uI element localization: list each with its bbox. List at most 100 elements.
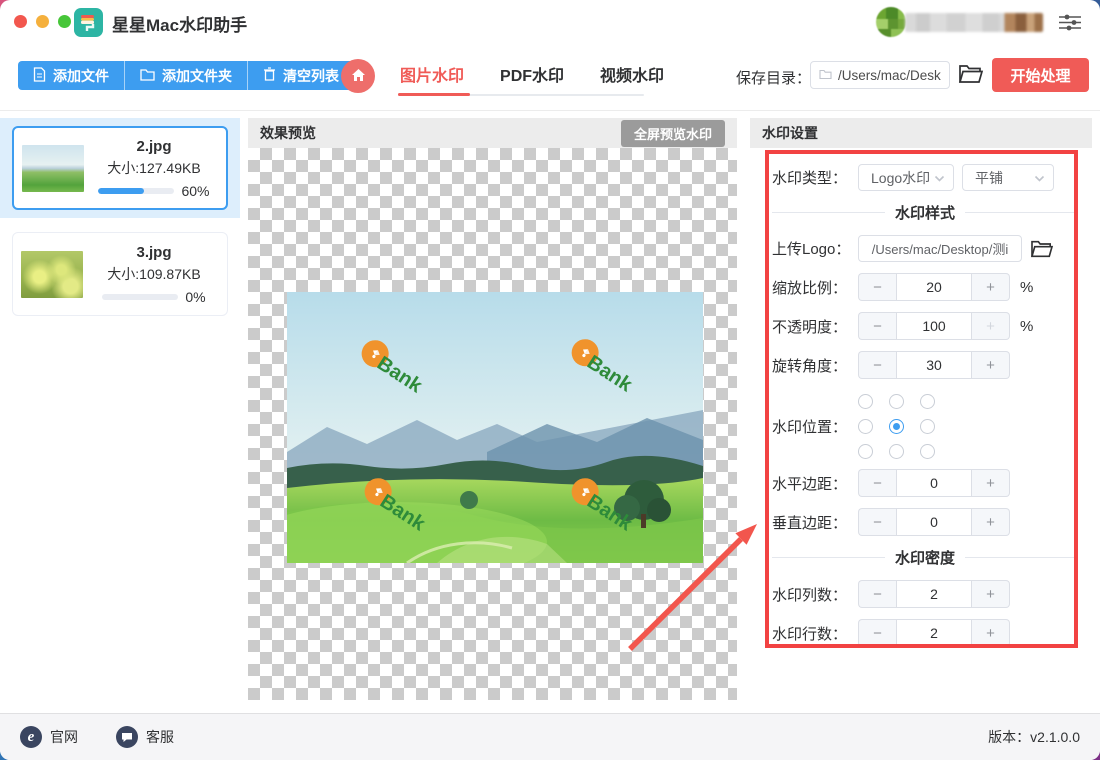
window-controls [14,15,71,28]
position-row: 水印位置： [772,390,1078,463]
transparency-checkerboard: Bank Bank Bank Bank [248,148,737,700]
v-margin-value[interactable]: 0 [896,508,972,536]
progress-percent: 60% [181,182,210,199]
plus-button[interactable]: + [972,273,1010,301]
start-processing-button[interactable]: 开始处理 [992,58,1089,92]
rotation-value[interactable]: 30 [896,351,972,379]
v-margin-row: 垂直边距： − 0 + [772,508,1078,536]
list-item[interactable]: 3.jpg 大小:109.87KB 0% [0,224,240,324]
zoom-window-button[interactable] [58,15,71,28]
chevron-down-icon [934,170,945,186]
position-label: 水印位置： [772,419,848,436]
tab-pdf-watermark[interactable]: PDF水印 [500,62,564,86]
minus-button[interactable]: − [858,312,896,340]
preview-header: 效果预览 全屏预览水印 [248,118,737,148]
v-margin-stepper: − 0 + [858,508,1010,536]
position-radio-middle-left[interactable] [858,419,873,434]
fullscreen-preview-button[interactable]: 全屏预览水印 [620,119,725,147]
save-dir-input[interactable]: /Users/mac/Desktop [810,61,950,89]
position-radio-top-right[interactable] [920,394,935,409]
username-redacted [905,13,1043,32]
columns-stepper: − 2 + [858,580,1010,608]
document-icon [33,66,46,85]
landscape-photo [287,292,703,563]
rows-value[interactable]: 2 [896,619,972,647]
footer-bar: e 官网 客服 版本：v2.1.0.0 [0,713,1100,760]
settings-sliders-icon[interactable] [1058,13,1082,37]
opacity-stepper: − 100 + [858,312,1010,340]
percent-suffix: % [1020,317,1034,335]
plus-button[interactable]: + [972,508,1010,536]
trash-icon [263,67,276,84]
watermark-type-label: 水印类型： [772,170,848,187]
density-section-divider: 水印密度 [772,547,1079,568]
minus-button[interactable]: − [858,580,896,608]
plus-button[interactable]: + [972,619,1010,647]
globe-e-icon: e [20,726,42,748]
columns-value[interactable]: 2 [896,580,972,608]
plus-button[interactable]: + [972,312,1010,340]
tile-mode-select[interactable]: 平铺 [962,164,1054,191]
minus-button[interactable]: − [858,469,896,497]
watermark-type-select[interactable]: Logo水印 [858,164,954,191]
style-section-title: 水印样式 [895,205,956,222]
scale-stepper: − 20 + [858,273,1010,301]
watermark-tabs: 图片水印 PDF水印 视频水印 [400,62,664,86]
minus-button[interactable]: − [858,508,896,536]
minus-button[interactable]: − [858,619,896,647]
watermark-type-row: 水印类型： Logo水印 平铺 [772,164,1078,191]
save-dir-value: /Users/mac/Desktop [838,67,941,83]
page-title: 星星Mac水印助手 [112,16,248,35]
opacity-row: 不透明度： − 100 + % [772,312,1078,340]
position-radio-top-left[interactable] [858,394,873,409]
file-thumbnail [22,144,84,192]
settings-header: 水印设置 [750,118,1092,148]
add-file-button[interactable]: 添加文件 [18,61,125,90]
avatar[interactable] [876,7,906,37]
home-button[interactable] [341,59,375,93]
position-radio-center[interactable] [889,419,904,434]
add-file-label: 添加文件 [53,67,109,84]
opacity-value[interactable]: 100 [896,312,972,340]
position-radio-bottom-left[interactable] [858,444,873,459]
minus-button[interactable]: − [858,351,896,379]
plus-button[interactable]: + [972,580,1010,608]
h-margin-stepper: − 0 + [858,469,1010,497]
watermark-position-grid [858,390,935,463]
v-margin-label: 垂直边距： [772,514,848,532]
scale-row: 缩放比例： − 20 + % [772,273,1078,301]
h-margin-value[interactable]: 0 [896,469,972,497]
minus-button[interactable]: − [858,273,896,301]
logo-path-input[interactable]: /Users/mac/Desktop/测i [858,235,1022,262]
list-item[interactable]: 2.jpg 大小:127.49KB 60% [0,118,240,218]
scale-value[interactable]: 20 [896,273,972,301]
tab-image-watermark[interactable]: 图片水印 [400,62,464,86]
file-name: 3.jpg [136,243,172,261]
rotation-label: 旋转角度： [772,357,848,375]
chevron-down-icon [1034,170,1045,186]
logo-browse-folder-icon[interactable] [1030,239,1054,259]
minimize-window-button[interactable] [36,15,49,28]
position-radio-bottom-right[interactable] [920,444,935,459]
position-radio-bottom-center[interactable] [889,444,904,459]
customer-service-link[interactable]: 客服 [116,726,174,748]
rotation-row: 旋转角度： − 30 + [772,351,1078,379]
position-radio-middle-right[interactable] [920,419,935,434]
add-folder-button[interactable]: 添加文件夹 [125,61,248,90]
browse-folder-icon[interactable] [958,63,984,90]
close-window-button[interactable] [14,15,27,28]
plus-button[interactable]: + [972,469,1010,497]
position-radio-top-center[interactable] [889,394,904,409]
rows-stepper: − 2 + [858,619,1010,647]
add-folder-label: 添加文件夹 [162,67,232,84]
h-margin-row: 水平边距： − 0 + [772,469,1078,497]
clear-list-button[interactable]: 清空列表 [248,61,354,90]
tab-video-watermark[interactable]: 视频水印 [600,62,664,86]
folder-small-icon [819,68,832,83]
plus-button[interactable]: + [972,351,1010,379]
chat-bubble-icon [116,726,138,748]
scale-label: 缩放比例： [772,279,848,297]
progress-bar [98,187,175,194]
progress-bar [102,293,179,300]
official-site-link[interactable]: e 官网 [20,726,78,748]
